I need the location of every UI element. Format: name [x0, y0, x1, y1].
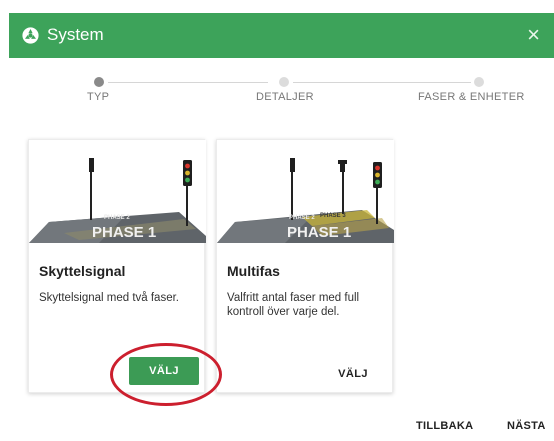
next-button[interactable]: NÄSTA: [507, 415, 546, 437]
image-label: PHASE 1: [287, 224, 351, 241]
dialog-title: System: [47, 25, 104, 44]
close-icon[interactable]: ×: [527, 23, 540, 47]
stepper-connector: [108, 82, 268, 83]
image-label: PHASE 2: [104, 215, 130, 221]
settings-gear-icon: [22, 27, 39, 44]
step-indicator-faser: [474, 77, 484, 87]
stepper: TYP DETALJER FASER & ENHETER: [0, 70, 554, 110]
card-title: Multifas: [227, 263, 280, 279]
step-label-typ: TYP: [87, 91, 110, 103]
back-button[interactable]: TILLBAKA: [416, 415, 473, 437]
step-indicator-typ: [94, 77, 104, 87]
step-label-faser-enheter: FASER & ENHETER: [418, 91, 525, 103]
select-skyttelsignal-button[interactable]: VÄLJ: [129, 357, 199, 385]
stepper-connector: [293, 82, 471, 83]
step-label-detaljer: DETALJER: [256, 91, 314, 103]
image-label: PHASE 1: [92, 224, 156, 241]
step-indicator-detaljer: [279, 77, 289, 87]
dialog-header: System ×: [9, 13, 554, 58]
card-description: Valfritt antal faser med full kontroll ö…: [227, 292, 360, 318]
shuttle-signal-illustration: PHASE 2 PHASE 1: [29, 140, 206, 243]
card-description: Skyttelsignal med två faser.: [39, 292, 179, 304]
image-label: PHASE 2: [289, 215, 315, 221]
system-dialog: System × TYP DETALJER FASER & ENHETER PH…: [0, 0, 554, 441]
image-label: PHASE 3: [320, 213, 346, 219]
card-skyttelsignal: PHASE 2 PHASE 1 Skyttelsignal Skyttelsig…: [28, 139, 206, 393]
card-title: Skyttelsignal: [39, 263, 126, 279]
multiphase-signal-illustration: PHASE 2 PHASE 3 PHASE 1: [217, 140, 394, 243]
select-multifas-button[interactable]: VÄLJ: [327, 365, 379, 383]
card-multifas: PHASE 2 PHASE 3 PHASE 1 Multifas Valfrit…: [216, 139, 394, 393]
